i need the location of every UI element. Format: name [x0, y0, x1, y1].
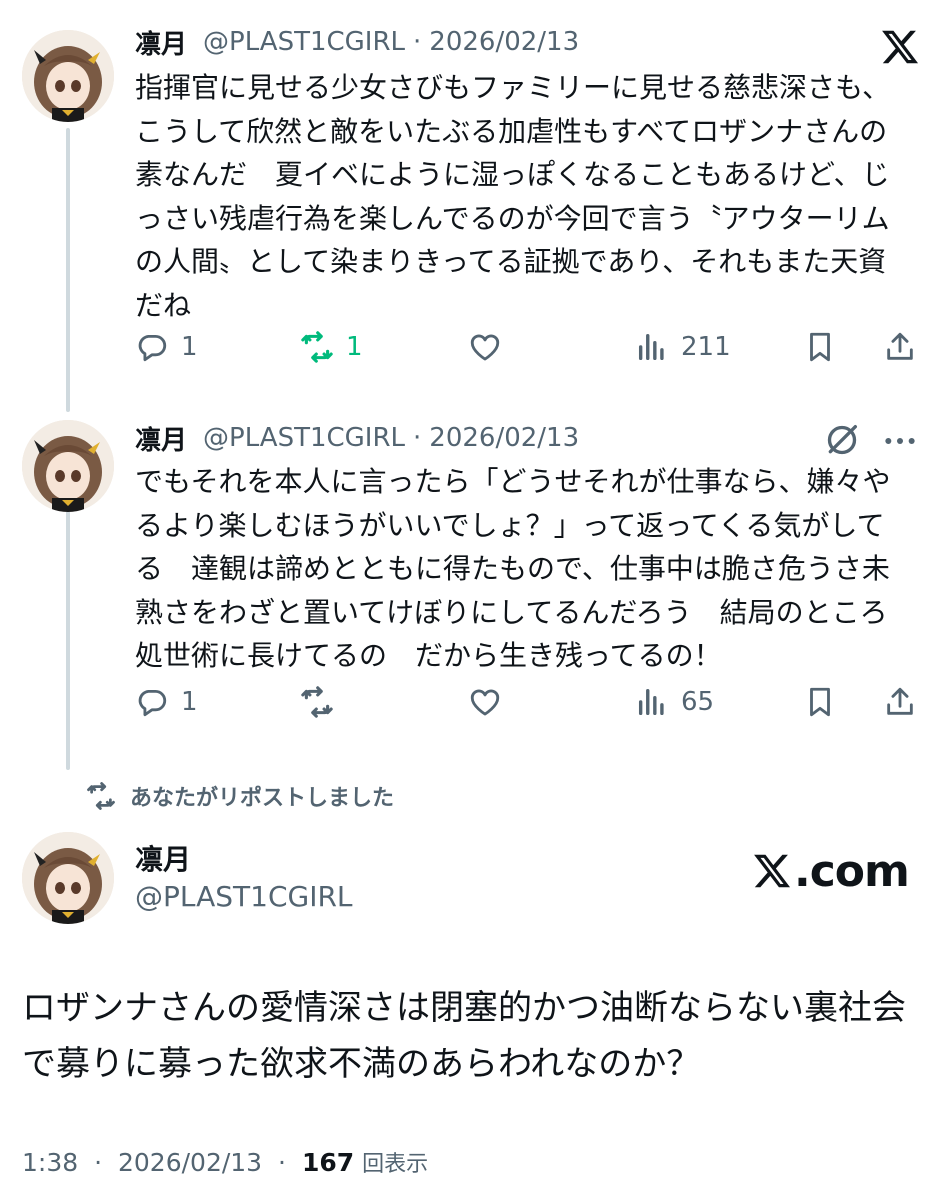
- reply-icon: [138, 334, 167, 362]
- author-handle[interactable]: @PLAST1CGIRL: [135, 880, 353, 913]
- tweet-date[interactable]: 2026/02/13: [429, 27, 579, 57]
- separator: ·: [413, 27, 422, 57]
- tweet-header: 凛月 @PLAST1CGIRL · 2026/02/13: [135, 22, 579, 62]
- views-icon: [638, 688, 664, 716]
- separator: ·: [278, 1148, 286, 1177]
- main-tweet-text: ロザンナさんの愛情深さは閉塞的かつ油断ならない裏社会で募りに募った欲求不満のあら…: [22, 988, 906, 1084]
- reply-icon: [138, 689, 167, 717]
- x-logo-icon: [754, 854, 791, 888]
- tweet-date[interactable]: 2026/02/13: [429, 423, 579, 453]
- like-button[interactable]: [468, 325, 502, 369]
- avatar[interactable]: [22, 30, 114, 122]
- separator: ·: [94, 1148, 103, 1177]
- views-icon: [638, 333, 664, 361]
- author-handle[interactable]: @PLAST1CGIRL: [203, 423, 405, 453]
- more-icon[interactable]: [880, 424, 920, 458]
- thread-connector-line: [66, 128, 70, 412]
- thread-connector-line: [66, 500, 70, 770]
- author-name[interactable]: 凛月: [135, 838, 191, 878]
- reply-count: 1: [181, 687, 198, 717]
- views-button[interactable]: 65: [635, 680, 714, 724]
- views-button[interactable]: 211: [635, 325, 731, 369]
- repost-icon: [87, 782, 115, 810]
- watermark-text: .com: [794, 845, 910, 897]
- views-count: 167: [301, 1148, 355, 1177]
- avatar[interactable]: [22, 832, 114, 924]
- views-count: 65: [681, 687, 715, 717]
- repost-icon: [301, 331, 333, 363]
- reply-button[interactable]: 1: [135, 325, 198, 369]
- tweet-time[interactable]: 1:38: [22, 1148, 78, 1177]
- like-icon: [470, 334, 500, 361]
- author-name[interactable]: 凛月: [135, 420, 187, 457]
- separator: ·: [413, 423, 422, 453]
- x-com-watermark: .com: [752, 845, 910, 897]
- share-button[interactable]: [883, 680, 917, 724]
- grok-icon[interactable]: [822, 420, 862, 460]
- tweet-date[interactable]: 2026/02/13: [118, 1148, 262, 1177]
- reply-button[interactable]: 1: [135, 680, 198, 724]
- tweet-text: でもそれを本人に言ったら「どうせそれが仕事なら、嫌々やるより楽しむほうがいいでし…: [135, 465, 891, 672]
- avatar[interactable]: [22, 420, 114, 512]
- like-button[interactable]: [468, 680, 502, 724]
- reply-count: 1: [181, 332, 198, 362]
- author-handle[interactable]: @PLAST1CGIRL: [203, 27, 405, 57]
- repost-count: 1: [346, 332, 363, 362]
- tweet-header: 凛月 @PLAST1CGIRL · 2026/02/13: [135, 418, 579, 458]
- x-logo-icon[interactable]: [880, 27, 920, 67]
- share-icon: [887, 332, 913, 360]
- repost-indicator: あなたがリポストしました: [86, 778, 394, 814]
- views-label: 回表示: [362, 1152, 429, 1177]
- views-count: 211: [681, 332, 731, 362]
- bookmark-button[interactable]: [803, 680, 837, 724]
- repost-note-text: あなたがリポストしました: [130, 786, 395, 811]
- bookmark-button[interactable]: [803, 325, 837, 369]
- repost-button[interactable]: [300, 680, 334, 724]
- repost-button[interactable]: 1: [300, 325, 363, 369]
- share-button[interactable]: [883, 325, 917, 369]
- tweet-text: 指揮官に見せる少女さびもファミリーに見せる慈悲深さも、こうして欣然と敵をいたぶる…: [135, 71, 891, 322]
- repost-icon: [301, 686, 333, 718]
- like-icon: [470, 689, 500, 716]
- tweet-actions: 1 65: [135, 680, 920, 724]
- share-icon: [887, 687, 913, 715]
- bookmark-icon: [810, 687, 830, 717]
- tweet-meta: 1:38 · 2026/02/13 · 167 回表示: [22, 1146, 428, 1178]
- bookmark-icon: [810, 332, 830, 362]
- author-name[interactable]: 凛月: [135, 24, 187, 61]
- tweet-actions: 1 1 211: [135, 325, 920, 369]
